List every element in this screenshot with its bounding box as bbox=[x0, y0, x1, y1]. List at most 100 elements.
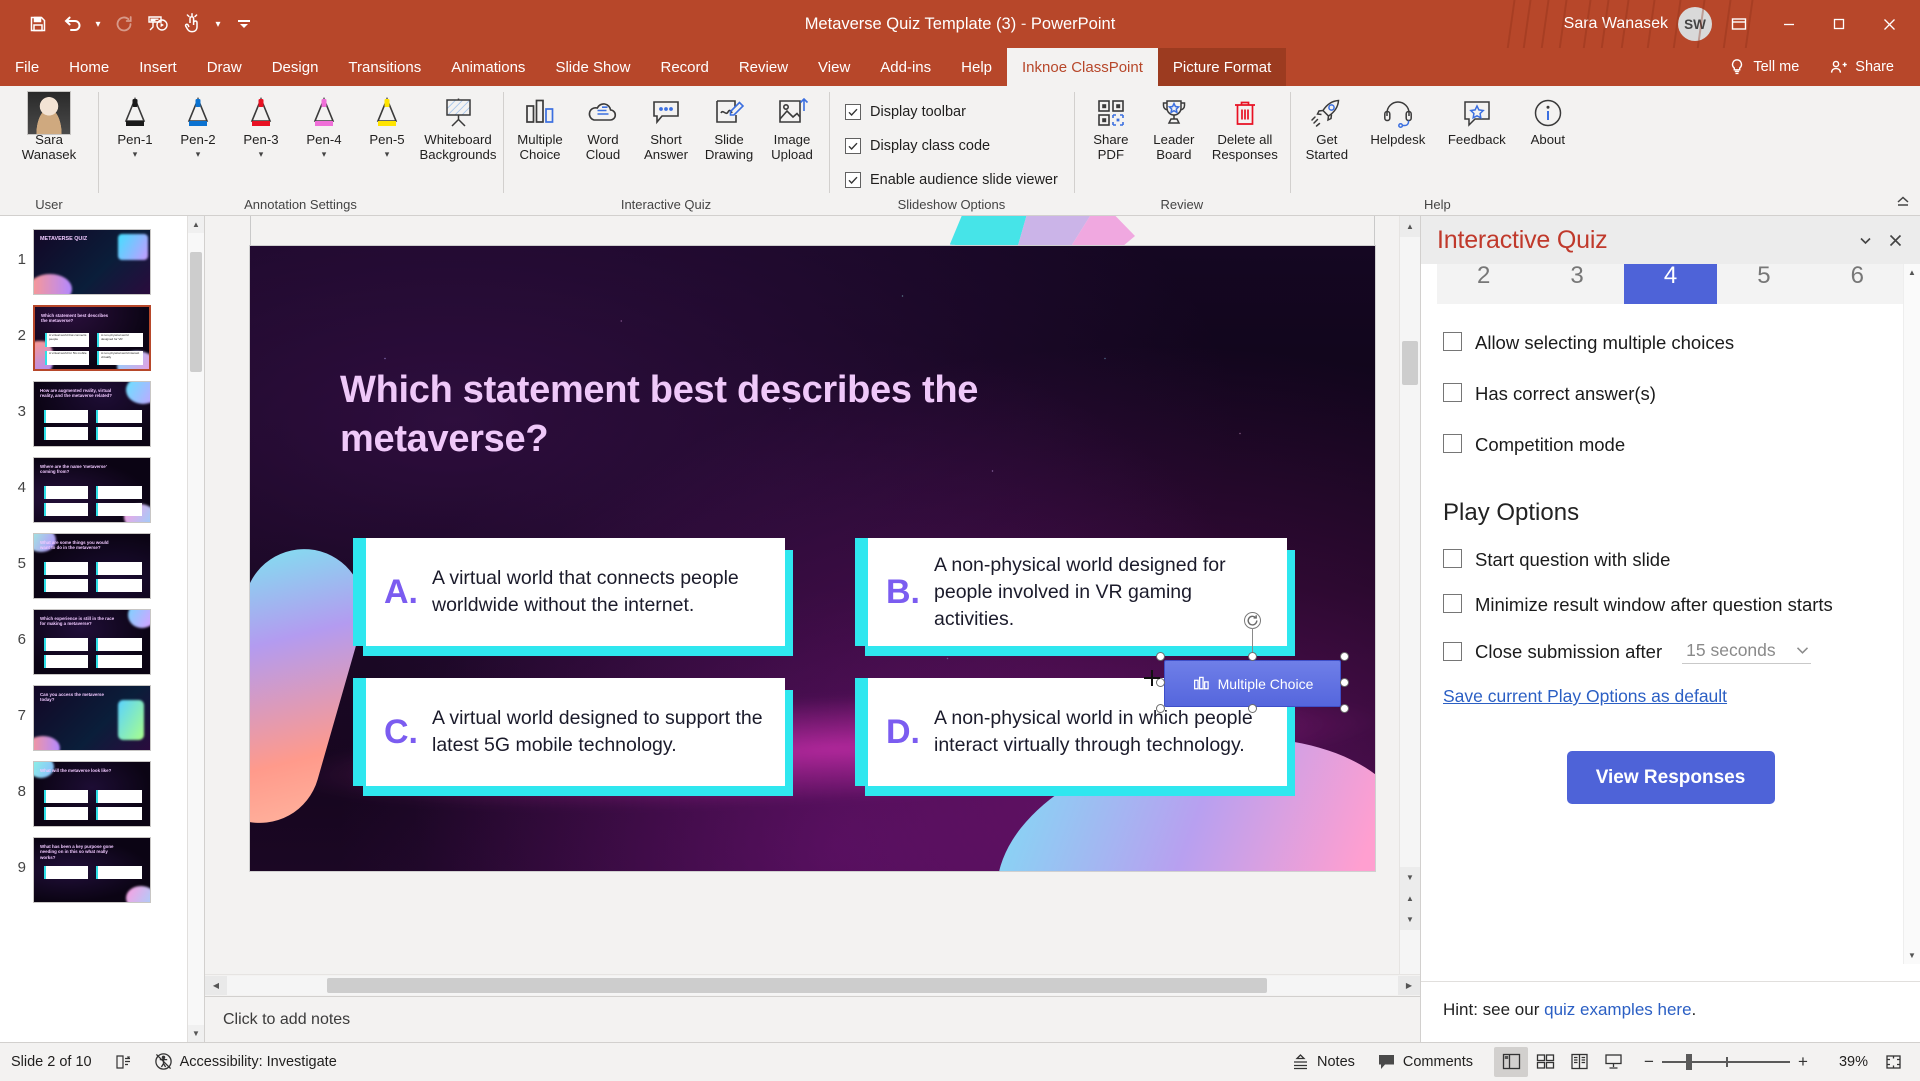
scroll-up-icon[interactable]: ▲ bbox=[188, 216, 204, 233]
customize-quick-access-toolbar-overflow-icon[interactable] bbox=[228, 8, 260, 40]
about-button[interactable]: About bbox=[1517, 89, 1579, 148]
scrollbar-thumb[interactable] bbox=[190, 252, 202, 372]
pen-5-chevron-down-icon[interactable]: ▾ bbox=[385, 149, 390, 159]
editor-horizontal-scrollbar[interactable]: ◀ ▶ bbox=[205, 974, 1420, 996]
pen-1-chevron-down-icon[interactable]: ▾ bbox=[133, 149, 138, 159]
list-item[interactable]: 8 What will the metaverse look like? bbox=[0, 756, 204, 832]
reading-view-icon[interactable] bbox=[1562, 1047, 1596, 1077]
tab-animations[interactable]: Animations bbox=[436, 48, 540, 86]
list-item[interactable]: 7 Can you access the metaverse today? bbox=[0, 680, 204, 756]
scroll-up-icon[interactable]: ▲ bbox=[1400, 216, 1420, 237]
share-button[interactable]: Share bbox=[1817, 48, 1906, 86]
tab-design[interactable]: Design bbox=[257, 48, 334, 86]
slide-title[interactable]: Which statement best describes the metav… bbox=[340, 366, 1140, 464]
whiteboard-backgrounds-button[interactable]: Whiteboard Backgrounds bbox=[419, 89, 497, 162]
language-icon[interactable] bbox=[103, 1043, 143, 1081]
tab-draw[interactable]: Draw bbox=[192, 48, 257, 86]
choice-count-6[interactable]: 6 bbox=[1810, 264, 1905, 304]
scrollbar-thumb[interactable] bbox=[327, 978, 1267, 993]
delete-all-responses-button[interactable]: Delete all Responses bbox=[1206, 89, 1284, 162]
tab-insert[interactable]: Insert bbox=[124, 48, 192, 86]
allow-multiple-choices-checkbox[interactable]: Allow selecting multiple choices bbox=[1443, 330, 1898, 355]
pen-2-chevron-down-icon[interactable]: ▾ bbox=[196, 149, 201, 159]
tab-add-ins[interactable]: Add-ins bbox=[865, 48, 946, 86]
scroll-left-icon[interactable]: ◀ bbox=[205, 976, 227, 995]
scroll-down-icon[interactable]: ▼ bbox=[1400, 867, 1420, 888]
tab-picture-format[interactable]: Picture Format bbox=[1157, 48, 1287, 86]
close-submission-duration-select[interactable]: 15 seconds bbox=[1682, 640, 1811, 664]
competition-mode-checkbox[interactable]: Competition mode bbox=[1443, 432, 1898, 457]
tab-record[interactable]: Record bbox=[645, 48, 723, 86]
tab-home[interactable]: Home bbox=[54, 48, 124, 86]
slide-canvas[interactable]: Which statement best describes the metav… bbox=[205, 216, 1399, 974]
slide-sorter-icon[interactable] bbox=[1528, 1047, 1562, 1077]
choice-count-3[interactable]: 3 bbox=[1530, 264, 1624, 304]
save-play-options-default-link[interactable]: Save current Play Options as default bbox=[1443, 686, 1898, 707]
resize-handle-e[interactable] bbox=[1340, 678, 1349, 687]
ribbon-user-profile[interactable]: Sara Wanasek bbox=[6, 89, 92, 162]
thumbnail-slide-5[interactable]: What are some things you would want to d… bbox=[33, 533, 151, 599]
choice-count-5[interactable]: 5 bbox=[1717, 264, 1811, 304]
list-item[interactable]: 6 Which experience is still in the race … bbox=[0, 604, 204, 680]
tab-file[interactable]: File bbox=[0, 48, 54, 86]
minimize-icon[interactable] bbox=[1766, 0, 1812, 48]
close-submission-after-checkbox[interactable]: Close submission after 15 seconds bbox=[1443, 639, 1898, 664]
accessibility-status[interactable]: Accessibility: Investigate bbox=[143, 1043, 348, 1081]
thumbnail-slide-2[interactable]: Which statement best describes the metav… bbox=[33, 305, 151, 371]
thumbnail-slide-6[interactable]: Which experience is still in the race fo… bbox=[33, 609, 151, 675]
word-cloud-button[interactable]: Word Cloud bbox=[572, 89, 634, 162]
list-item[interactable]: 5 What are some things you would want to… bbox=[0, 528, 204, 604]
redo-icon[interactable] bbox=[108, 8, 140, 40]
helpdesk-button[interactable]: Helpdesk bbox=[1359, 89, 1437, 148]
thumbnail-slide-8[interactable]: What will the metaverse look like? bbox=[33, 761, 151, 827]
editor-vertical-scrollbar[interactable]: ▲ ▼ ▲ ▼ bbox=[1399, 216, 1420, 974]
zoom-slider[interactable]: − + bbox=[1636, 1052, 1816, 1072]
present-icon[interactable] bbox=[142, 8, 174, 40]
pen-3-chevron-down-icon[interactable]: ▾ bbox=[259, 149, 264, 159]
thumbnail-slide-3[interactable]: How are augmented reality, virtual reali… bbox=[33, 381, 151, 447]
resize-handle-nw[interactable] bbox=[1156, 652, 1165, 661]
touch-dropdown-chevron-down-icon[interactable]: ▾ bbox=[210, 9, 226, 39]
list-item[interactable]: 9 What has been a key purpose gone needi… bbox=[0, 832, 204, 908]
zoom-knob[interactable] bbox=[1686, 1053, 1692, 1070]
scrollbar-track[interactable] bbox=[227, 976, 1398, 995]
quiz-examples-link[interactable]: quiz examples here bbox=[1544, 1000, 1691, 1019]
list-item[interactable]: 4 Where are the name 'metaverse' coming … bbox=[0, 452, 204, 528]
image-upload-button[interactable]: Image Upload bbox=[761, 89, 823, 162]
slide-drawing-button[interactable]: Slide Drawing bbox=[698, 89, 760, 162]
fit-to-window-icon[interactable] bbox=[1876, 1047, 1910, 1077]
slide-show-icon[interactable] bbox=[1596, 1047, 1630, 1077]
undo-dropdown-chevron-down-icon[interactable]: ▾ bbox=[90, 9, 106, 39]
scroll-up-icon[interactable]: ▲ bbox=[1904, 264, 1920, 281]
pen-5-button[interactable]: Pen-5 ▾ bbox=[356, 89, 418, 159]
answer-option-c[interactable]: C. A virtual world designed to support t… bbox=[353, 678, 785, 786]
leader-board-button[interactable]: Leader Board bbox=[1143, 89, 1205, 162]
zoom-level[interactable]: 39% bbox=[1822, 1054, 1868, 1070]
previous-slide-icon[interactable]: ▲ bbox=[1400, 888, 1420, 909]
pen-2-button[interactable]: Pen-2 ▾ bbox=[167, 89, 229, 159]
display-toolbar-checkbox[interactable]: Display toolbar bbox=[841, 97, 970, 127]
short-answer-button[interactable]: Short Answer bbox=[635, 89, 697, 162]
pen-1-button[interactable]: Pen-1 ▾ bbox=[104, 89, 166, 159]
avatar[interactable]: SW bbox=[1678, 7, 1712, 41]
comments-button[interactable]: Comments bbox=[1366, 1043, 1484, 1081]
has-correct-answers-checkbox[interactable]: Has correct answer(s) bbox=[1443, 381, 1898, 406]
choice-count-selector[interactable]: 2 3 4 5 6 bbox=[1437, 264, 1905, 304]
collapse-ribbon-icon[interactable] bbox=[1892, 191, 1914, 211]
list-item[interactable]: 2 Which statement best describes the met… bbox=[0, 300, 204, 376]
normal-view-icon[interactable] bbox=[1494, 1046, 1528, 1077]
multiple-choice-button[interactable]: Multiple Choice bbox=[509, 89, 571, 162]
answer-option-a[interactable]: A. A virtual world that connects people … bbox=[353, 538, 785, 646]
resize-handle-n[interactable] bbox=[1248, 652, 1257, 661]
pane-scrollbar[interactable]: ▲ ▼ bbox=[1903, 264, 1920, 964]
scroll-down-icon[interactable]: ▼ bbox=[188, 1025, 204, 1042]
tab-help[interactable]: Help bbox=[946, 48, 1007, 86]
pane-close-icon[interactable] bbox=[1880, 225, 1910, 255]
slide-surface[interactable]: Which statement best describes the metav… bbox=[250, 246, 1375, 871]
start-question-with-slide-checkbox[interactable]: Start question with slide bbox=[1443, 547, 1898, 572]
undo-icon[interactable] bbox=[56, 8, 88, 40]
scroll-right-icon[interactable]: ▶ bbox=[1398, 976, 1420, 995]
pane-options-chevron-down-icon[interactable] bbox=[1850, 225, 1880, 255]
thumbnail-slide-9[interactable]: What has been a key purpose gone needing… bbox=[33, 837, 151, 903]
scroll-down-icon[interactable]: ▼ bbox=[1904, 947, 1920, 964]
